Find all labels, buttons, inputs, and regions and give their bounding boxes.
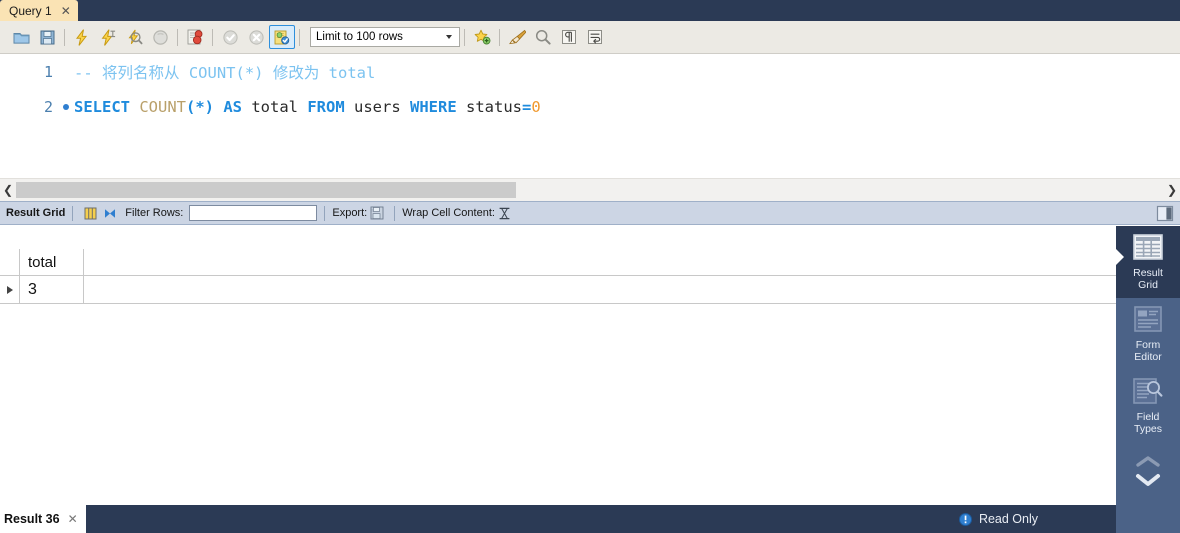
field-types-icon	[1133, 377, 1163, 407]
toolbar-divider	[72, 205, 74, 221]
info-icon	[958, 512, 972, 526]
stop-icon[interactable]	[147, 25, 173, 49]
form-editor-icon	[1134, 305, 1162, 335]
autocommit-toggle-icon[interactable]	[269, 25, 295, 49]
sidebar-scroll-controls	[1116, 442, 1180, 491]
refresh-icon[interactable]	[100, 203, 120, 223]
status-bar-fill: Read Only	[85, 505, 1116, 533]
chevron-up-icon[interactable]	[1135, 455, 1161, 471]
status-bar: Result 36 ✕ Read Only	[0, 505, 1180, 533]
editor-horizontal-scrollbar[interactable]: ❮ ❯	[0, 178, 1180, 201]
sql-editor-lines: 1 -- 将列名称从 COUNT(*) 修改为 total 2 SELECT COUN…	[0, 54, 1180, 124]
chevron-down-icon	[446, 35, 452, 39]
editor-tab-strip: Query 1 ✕	[0, 0, 1180, 21]
toolbar-divider	[394, 205, 396, 221]
toolbar-divider	[499, 28, 500, 46]
sidebar-item-result-grid[interactable]: Result Grid	[1115, 226, 1180, 298]
grid-view-icon[interactable]	[80, 203, 100, 223]
sql-line-text-2: SELECT COUNT(*) AS total FROM users WHER…	[74, 97, 541, 116]
tab-query-1-close-icon[interactable]: ✕	[61, 5, 71, 17]
find-icon[interactable]	[530, 25, 556, 49]
wrap-lines-icon[interactable]	[582, 25, 608, 49]
result-tab[interactable]: Result 36 ✕	[0, 505, 86, 533]
result-grid-title: Result Grid	[6, 207, 66, 219]
save-file-icon[interactable]	[34, 25, 60, 49]
result-grid[interactable]: total 3	[0, 249, 1116, 505]
toolbar-divider	[464, 28, 465, 46]
result-tab-close-icon[interactable]: ✕	[68, 512, 78, 526]
toolbar-divider	[177, 28, 178, 46]
scrollbar-thumb[interactable]	[16, 182, 516, 198]
add-snippet-icon[interactable]	[469, 25, 495, 49]
table-cell[interactable]: 3	[20, 276, 84, 304]
invisible-characters-icon[interactable]	[556, 25, 582, 49]
read-only-label: Read Only	[978, 512, 1038, 526]
sql-editor-area[interactable]: 1 -- 将列名称从 COUNT(*) 修改为 total 2 SELECT COUN…	[0, 54, 1180, 178]
row-limit-dropdown[interactable]: Limit to 100 rows	[310, 27, 460, 47]
result-grid-toolbar: Result Grid Filter Rows: Export: Wrap Ce…	[0, 201, 1180, 225]
row-filler	[84, 276, 1116, 304]
sidebar-item-field-types-label-2: Types	[1133, 422, 1162, 435]
mysql-workbench-query-editor: Query 1 ✕ Limit to 100 rows 1 -- 将列名称从 C…	[0, 0, 1180, 533]
toggle-side-panel-icon[interactable]	[1156, 205, 1174, 222]
execute-current-statement-icon[interactable]	[95, 25, 121, 49]
line-number-2: 2	[43, 97, 53, 116]
chevron-down-icon[interactable]	[1135, 473, 1161, 490]
result-grid-header-row: total	[0, 249, 1116, 276]
tab-query-1[interactable]: Query 1 ✕	[0, 0, 78, 21]
sql-line-text-1: -- 将列名称从 COUNT(*) 修改为 total	[74, 63, 376, 82]
sidebar-item-result-grid-label-1: Result	[1133, 266, 1163, 279]
scroll-left-icon[interactable]: ❮	[0, 183, 16, 197]
export-icon[interactable]	[367, 203, 387, 223]
toggle-stop-on-error-icon[interactable]	[182, 25, 208, 49]
result-grid-body: 3	[0, 276, 1116, 304]
sidebar-item-form-editor-label-1: Form	[1135, 338, 1161, 351]
explain-icon[interactable]	[121, 25, 147, 49]
toolbar-divider	[324, 205, 326, 221]
sql-line-1: 1 -- 将列名称从 COUNT(*) 修改为 total	[0, 54, 1180, 89]
toolbar-divider	[299, 28, 300, 46]
rollback-icon[interactable]	[243, 25, 269, 49]
filter-rows-label: Filter Rows:	[125, 207, 184, 219]
sidebar-item-result-grid-label-2: Grid	[1138, 278, 1158, 291]
sql-editor-toolbar: Limit to 100 rows	[0, 21, 1180, 54]
toolbar-divider	[212, 28, 213, 46]
column-header[interactable]: total	[20, 249, 84, 276]
read-only-status: Read Only	[958, 512, 1116, 526]
grid-corner-cell	[0, 249, 20, 276]
row-selector[interactable]	[0, 276, 20, 304]
open-file-icon[interactable]	[8, 25, 34, 49]
result-tab-label: Result 36	[4, 512, 60, 526]
result-grid-icon	[1133, 233, 1163, 263]
commit-icon[interactable]	[217, 25, 243, 49]
sidebar-item-field-types[interactable]: Field Types	[1116, 370, 1180, 442]
sidebar-item-form-editor-label-2: Editor	[1134, 350, 1162, 363]
statement-marker-icon	[58, 103, 74, 110]
execute-icon[interactable]	[69, 25, 95, 49]
row-marker-icon	[6, 285, 13, 294]
beautify-sql-icon[interactable]	[504, 25, 530, 49]
row-limit-label: Limit to 100 rows	[316, 31, 403, 43]
result-view-sidebar: Result Grid Form Editor Field Types	[1115, 226, 1180, 505]
table-row[interactable]: 3	[0, 276, 1116, 304]
export-label: Export:	[332, 207, 368, 219]
tab-query-1-label: Query 1	[9, 3, 52, 18]
grid-header-filler	[84, 249, 1116, 276]
sql-line-2: 2 SELECT COUNT(*) AS total FROM users WHE…	[0, 89, 1180, 124]
line-number-1: 1	[43, 62, 53, 81]
sidebar-item-field-types-label-1: Field	[1136, 410, 1160, 423]
sidebar-item-form-editor[interactable]: Form Editor	[1116, 298, 1180, 370]
wrap-cell-content-icon[interactable]	[495, 203, 515, 223]
filter-rows-input[interactable]	[189, 205, 318, 221]
scroll-right-icon[interactable]: ❯	[1164, 183, 1180, 197]
toolbar-divider	[64, 28, 65, 46]
status-bar-right-spacer	[1116, 505, 1180, 533]
wrap-cell-content-label: Wrap Cell Content:	[402, 207, 495, 219]
